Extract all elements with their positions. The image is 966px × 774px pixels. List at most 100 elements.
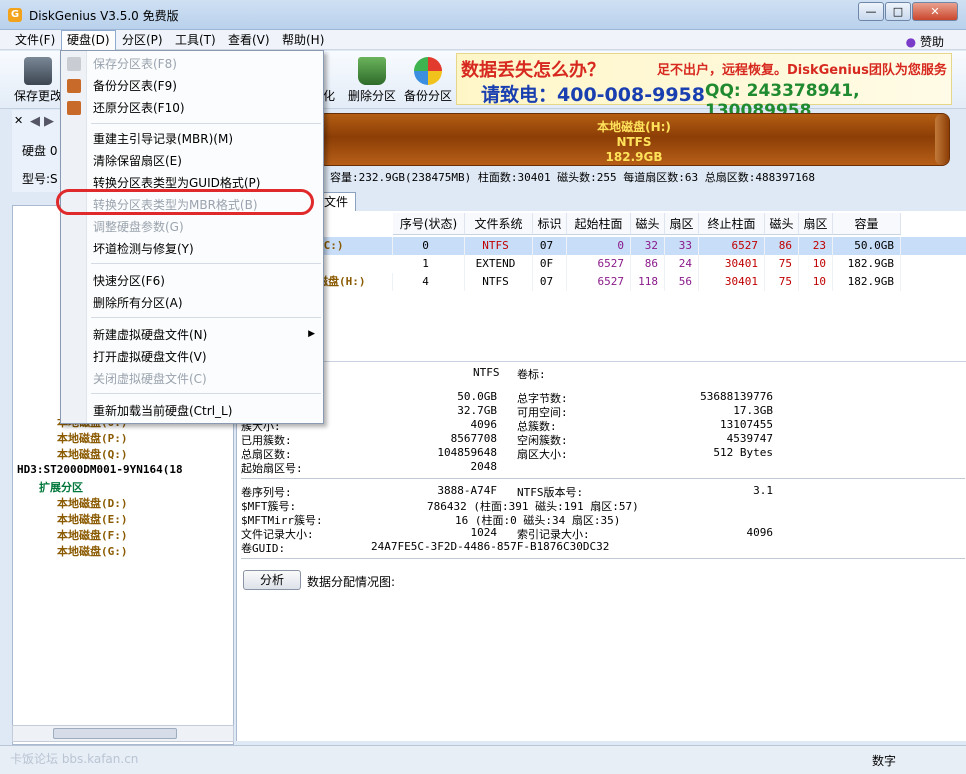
detail-serial: 3888-A74F — [437, 484, 497, 497]
col-end-head[interactable]: 磁头 — [765, 213, 799, 235]
ad-banner[interactable]: 数据丢失怎么办？ 足不出户，远程恢复。DiskGenius团队为您服务 请致电：… — [456, 53, 952, 121]
menu-delete-all-partitions[interactable]: 删除所有分区(A) — [93, 293, 183, 313]
menu-separator — [91, 123, 321, 124]
backup-icon — [414, 57, 442, 85]
row0-end-head: 86 — [765, 237, 799, 255]
menu-adjust-disk-params[interactable]: 调整硬盘参数(G) — [93, 217, 184, 237]
tree-item-d[interactable]: 本地磁盘(D:) — [57, 495, 128, 511]
row1-index: 1 — [393, 255, 465, 273]
sponsor-label: 赞助 — [919, 35, 944, 49]
tree-item-e[interactable]: 本地磁盘(E:) — [57, 511, 128, 527]
row2-index: 4 — [393, 273, 465, 291]
detail-sector-size-label: 扇区大小: — [517, 448, 568, 461]
scrollbar-thumb[interactable] — [53, 728, 177, 739]
maximize-button[interactable]: □ — [885, 2, 911, 21]
menu-rebuild-mbr[interactable]: 重建主引导记录(MBR)(M) — [93, 129, 233, 149]
row2-fs: NTFS — [465, 273, 533, 291]
menu-quick-partition[interactable]: 快速分区(F6) — [93, 271, 165, 291]
menu-help[interactable]: 帮助(H) — [277, 30, 329, 50]
delete-partition-button[interactable]: 删除分区 — [346, 53, 398, 107]
partition-size: 182.9GB — [605, 150, 663, 164]
menu-tools[interactable]: 工具(T) — [170, 30, 221, 50]
tree-item-q[interactable]: 本地磁盘(Q:) — [57, 446, 128, 462]
row1-end-cyl: 30401 — [699, 255, 765, 273]
detail-frs: 1024 — [470, 526, 498, 539]
col-start-head[interactable]: 磁头 — [631, 213, 665, 235]
menu-separator — [91, 393, 321, 394]
main-panel: 序号(状态) 文件系统 标识 起始柱面 磁头 扇区 终止柱面 磁头 扇区 容量 … — [236, 211, 966, 741]
row0-index: 0 — [393, 237, 465, 255]
detail-guid-label: 卷GUID: — [241, 542, 286, 555]
analyze-button[interactable]: 分析 — [243, 570, 301, 590]
detail-total-sectors: 104859648 — [437, 446, 497, 459]
collapse-icon[interactable]: ✕ — [14, 114, 23, 127]
prev-arrow-icon[interactable]: ◀ — [30, 114, 40, 129]
detail-total-clusters: 13107455 — [720, 418, 773, 431]
partition-map-bar[interactable]: 本地磁盘(H:) NTFS 182.9GB — [318, 113, 950, 166]
detail-vol-label: 卷标: — [517, 368, 546, 381]
details-divider-2 — [241, 558, 965, 559]
menu-view[interactable]: 查看(V) — [223, 30, 275, 50]
save-changes-button[interactable]: 保存更改 — [14, 53, 62, 107]
col-end-sec[interactable]: 扇区 — [799, 213, 833, 235]
col-start-cyl[interactable]: 起始柱面 — [567, 213, 631, 235]
menu-open-virtual-disk[interactable]: 打开虚拟硬盘文件(V) — [93, 347, 207, 367]
partition-fs: NTFS — [616, 135, 652, 149]
trash-icon — [358, 57, 386, 85]
detail-index: 4096 — [746, 526, 774, 539]
app-icon: G — [8, 8, 22, 22]
tree-item-f[interactable]: 本地磁盘(F:) — [57, 527, 128, 543]
tree-disk-hd3[interactable]: HD3:ST2000DM001-9YN164(18 — [17, 463, 183, 476]
col-fs[interactable]: 文件系统 — [465, 213, 533, 235]
row2-name: 磁盘(H:) — [317, 273, 393, 291]
menu-reload-disk[interactable]: 重新加载当前硬盘(Ctrl_L) — [93, 401, 232, 421]
tree-item-g[interactable]: 本地磁盘(G:) — [57, 543, 128, 559]
minimize-button[interactable]: — — [858, 2, 884, 21]
close-button[interactable]: ✕ — [912, 2, 958, 21]
delete-partition-label: 删除分区 — [347, 89, 396, 103]
menu-close-virtual-disk[interactable]: 关闭虚拟硬盘文件(C) — [93, 369, 207, 389]
menu-disk[interactable]: 硬盘(D) — [61, 30, 116, 50]
col-start-sec[interactable]: 扇区 — [665, 213, 699, 235]
partition-name: 本地磁盘(H:) — [597, 120, 671, 134]
menu-partition[interactable]: 分区(P) — [117, 30, 168, 50]
detail-free: 17.3GB — [733, 404, 773, 417]
col-end-cyl[interactable]: 终止柱面 — [699, 213, 765, 235]
menu-bar: 文件(F) 硬盘(D) 分区(P) 工具(T) 查看(V) 帮助(H) ● 赞助 — [0, 30, 966, 50]
save-changes-label: 保存更改 — [14, 89, 63, 103]
menu-bad-sector-check[interactable]: 坏道检测与修复(Y) — [93, 239, 194, 259]
detail-start-sector-label: 起始扇区号: — [241, 462, 303, 475]
window-title: DiskGenius V3.5.0 免费版 — [29, 9, 179, 23]
col-capacity[interactable]: 容量 — [833, 213, 901, 235]
bar-end-cap — [935, 114, 949, 165]
tree-item-extended[interactable]: 扩展分区 — [39, 479, 83, 495]
next-arrow-icon[interactable]: ▶ — [44, 114, 54, 129]
partition-table: 序号(状态) 文件系统 标识 起始柱面 磁头 扇区 终止柱面 磁头 扇区 容量 … — [237, 213, 966, 361]
menu-clear-reserved-sectors[interactable]: 清除保留扇区(E) — [93, 151, 182, 171]
menu-file[interactable]: 文件(F) — [10, 30, 60, 50]
menu-separator — [91, 263, 321, 264]
tree-horizontal-scrollbar[interactable] — [12, 725, 234, 742]
backup-partition-button[interactable]: 备份分区 — [402, 53, 454, 107]
menu-restore-partition-table[interactable]: 还原分区表(F10) — [93, 98, 185, 118]
row1-end-sec: 10 — [799, 255, 833, 273]
row1-end-head: 75 — [765, 255, 799, 273]
col-index[interactable]: 序号(状态) — [393, 213, 465, 235]
row1-start-sec: 24 — [665, 255, 699, 273]
row0-start-cyl: 0 — [567, 237, 631, 255]
title-bar: G DiskGenius V3.5.0 免费版 — □ ✕ — [0, 0, 966, 30]
menu-new-virtual-disk[interactable]: 新建虚拟硬盘文件(N) — [93, 325, 207, 345]
status-bar: 卡饭论坛 bbs.kafan.cn 数字 — [0, 745, 966, 774]
detail-fs: NTFS — [473, 366, 500, 379]
tree-item-p[interactable]: 本地磁盘(P:) — [57, 430, 128, 446]
banner-phone: 请致电：400-008-9958 — [481, 84, 705, 106]
watermark: 卡饭论坛 bbs.kafan.cn — [10, 752, 139, 766]
col-id[interactable]: 标识 — [533, 213, 567, 235]
row2-start-head: 118 — [631, 273, 665, 291]
disk-menu-dropdown: 保存分区表(F8) 备份分区表(F9) 还原分区表(F10) 重建主引导记录(M… — [60, 50, 324, 424]
sponsor-link[interactable]: ● 赞助 — [906, 33, 944, 50]
detail-cluster: 4096 — [470, 418, 498, 431]
menu-backup-partition-table[interactable]: 备份分区表(F9) — [93, 76, 177, 96]
menu-separator — [91, 317, 321, 318]
menu-save-partition-table[interactable]: 保存分区表(F8) — [93, 54, 177, 74]
